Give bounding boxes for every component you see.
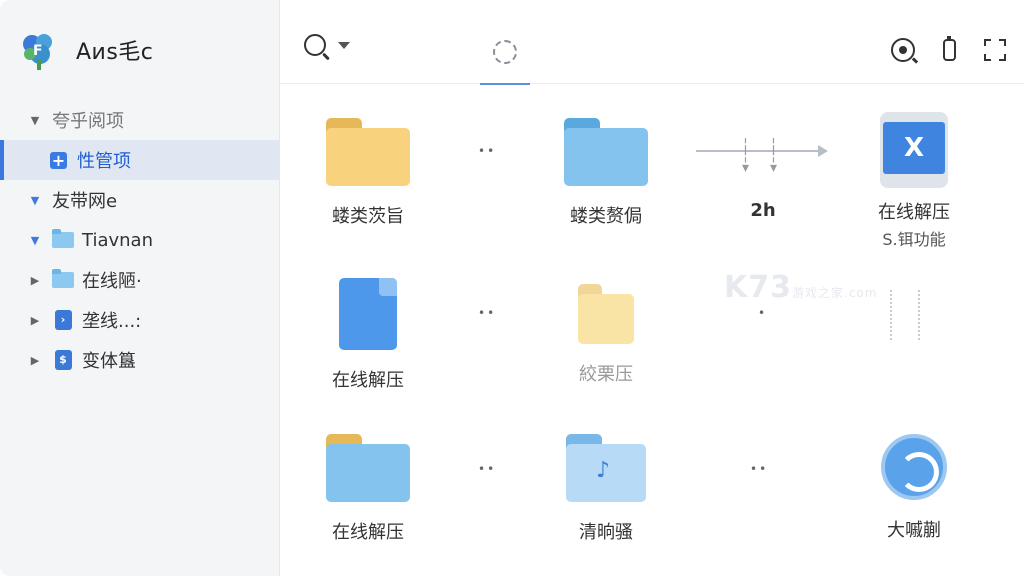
item-label: 2h bbox=[750, 200, 776, 221]
folder-icon bbox=[564, 118, 648, 186]
app-logo-icon: F bbox=[20, 30, 58, 70]
watermark-text: K73 bbox=[724, 270, 792, 305]
document-icon bbox=[339, 278, 397, 350]
grid-item[interactable]: 2h bbox=[693, 186, 833, 221]
item-label: 在线解压 bbox=[332, 522, 404, 543]
search-icon bbox=[304, 34, 326, 56]
arrow-right-icon bbox=[696, 145, 828, 157]
sidebar-item-label: 夸乎阅项 bbox=[52, 111, 124, 132]
dots-separator: • bbox=[758, 306, 768, 320]
sidebar-item-4[interactable]: ▶ 在线陋· bbox=[0, 260, 279, 300]
ghost-file-icon bbox=[890, 290, 920, 340]
tab-active[interactable] bbox=[480, 20, 530, 85]
music-folder-icon: ♪ bbox=[566, 434, 646, 502]
sidebar-item-0[interactable]: ▼ 夸乎阅项 bbox=[0, 100, 279, 140]
sidebar-item-label: 垄线...: bbox=[82, 311, 142, 332]
item-label: 絞栗压 bbox=[579, 364, 633, 385]
fullscreen-icon[interactable] bbox=[984, 39, 1006, 61]
item-label: 在线解压 bbox=[332, 370, 404, 391]
grid-item[interactable]: 蝼类赘侷 bbox=[536, 118, 676, 228]
caret-down-icon[interactable]: ▼ bbox=[28, 194, 42, 207]
watermark-domain: .com bbox=[844, 286, 878, 300]
item-label: 蝼类赘侷 bbox=[570, 206, 642, 227]
toolbar bbox=[280, 0, 1024, 85]
grid-item[interactable]: 在线解压 bbox=[298, 434, 438, 544]
sidebar-nav: ▼ 夸乎阅项 + 性管项 ▼ 友带网e ▼ Tiavnan ▶ 在线陋· ▶ ›… bbox=[0, 100, 279, 380]
sidebar-item-label: 在线陋· bbox=[82, 271, 142, 292]
caret-right-icon[interactable]: ▶ bbox=[28, 354, 42, 367]
sidebar-item-label: 变体簋 bbox=[82, 351, 136, 372]
folder-icon bbox=[326, 434, 410, 502]
app-icon: X bbox=[880, 112, 948, 188]
watermark-sub: 游戏之家 bbox=[792, 286, 845, 300]
caret-right-icon[interactable]: ▶ bbox=[28, 314, 42, 327]
caret-down-icon[interactable]: ▼ bbox=[28, 114, 42, 127]
dots-separator: •• bbox=[478, 462, 497, 476]
sidebar-item-label: 友带网e bbox=[52, 191, 118, 212]
app-title: Aᴎs毛c bbox=[76, 40, 154, 65]
drop-arrow-icon: ¦ ¦ ▾ bbox=[742, 136, 750, 176]
grid-item[interactable]: 大嘁蒯 bbox=[844, 434, 984, 542]
doc-icon: › bbox=[52, 310, 74, 330]
sidebar-item-label: 性管项 bbox=[77, 151, 131, 172]
sidebar-item-1[interactable]: + 性管项 bbox=[0, 140, 279, 180]
sidebar-item-5[interactable]: ▶ › 垄线...: bbox=[0, 300, 279, 340]
caret-down-icon[interactable]: ▼ bbox=[28, 234, 42, 247]
watermark: K73游戏之家.com bbox=[724, 270, 877, 305]
target-icon[interactable] bbox=[891, 38, 915, 62]
grid-item[interactable]: X 在线解压 S.铒功能 bbox=[844, 112, 984, 250]
main-panel: •• •• • •• •• ¦ ¦ ▾ ¦ ¦ ▾ 蝼类茨旨 蝼类赘侷 2h X 在线解… bbox=[280, 0, 1024, 576]
sync-icon bbox=[881, 434, 947, 500]
item-label: 清晌骚 bbox=[579, 522, 633, 543]
grid-item[interactable]: 在线解压 bbox=[298, 278, 438, 392]
sidebar-item-3[interactable]: ▼ Tiavnan bbox=[0, 220, 279, 260]
caret-right-icon[interactable]: ▶ bbox=[28, 274, 42, 287]
item-sublabel: S.铒功能 bbox=[882, 230, 946, 249]
dots-separator: •• bbox=[478, 306, 497, 320]
grid-item[interactable]: 絞栗压 bbox=[536, 284, 676, 386]
grid-item[interactable]: 蝼类茨旨 bbox=[298, 118, 438, 228]
folder-icon bbox=[578, 284, 634, 344]
svg-text:F: F bbox=[33, 43, 43, 59]
dots-separator: •• bbox=[750, 462, 769, 476]
sidebar: F Aᴎs毛c ▼ 夸乎阅项 + 性管项 ▼ 友带网e ▼ Tiavnan ▶ … bbox=[0, 0, 280, 576]
app-window: F Aᴎs毛c ▼ 夸乎阅项 + 性管项 ▼ 友带网e ▼ Tiavnan ▶ … bbox=[0, 0, 1024, 576]
folder-icon bbox=[52, 269, 74, 290]
item-label: 在线解压 bbox=[878, 202, 950, 223]
item-label: 蝼类茨旨 bbox=[332, 206, 404, 227]
grid-item[interactable]: ♪ 清晌骚 bbox=[536, 434, 676, 544]
loading-icon bbox=[493, 40, 517, 64]
doc-icon: $ bbox=[52, 350, 74, 370]
search-button[interactable] bbox=[304, 34, 350, 56]
sidebar-item-6[interactable]: ▶ $ 变体簋 bbox=[0, 340, 279, 380]
sidebar-item-label: Tiavnan bbox=[82, 229, 153, 251]
item-label: 大嘁蒯 bbox=[887, 520, 941, 541]
toolbar-actions bbox=[891, 36, 1006, 62]
dots-separator: •• bbox=[478, 144, 497, 158]
phone-icon[interactable] bbox=[943, 36, 956, 61]
sidebar-item-2[interactable]: ▼ 友带网e bbox=[0, 180, 279, 220]
brand: F Aᴎs毛c bbox=[0, 0, 279, 100]
drop-arrow-icon: ¦ ¦ ▾ bbox=[770, 136, 778, 176]
chevron-down-icon[interactable] bbox=[338, 41, 350, 49]
plus-icon: + bbox=[50, 150, 67, 170]
folder-icon bbox=[326, 118, 410, 186]
folder-icon bbox=[52, 229, 74, 250]
